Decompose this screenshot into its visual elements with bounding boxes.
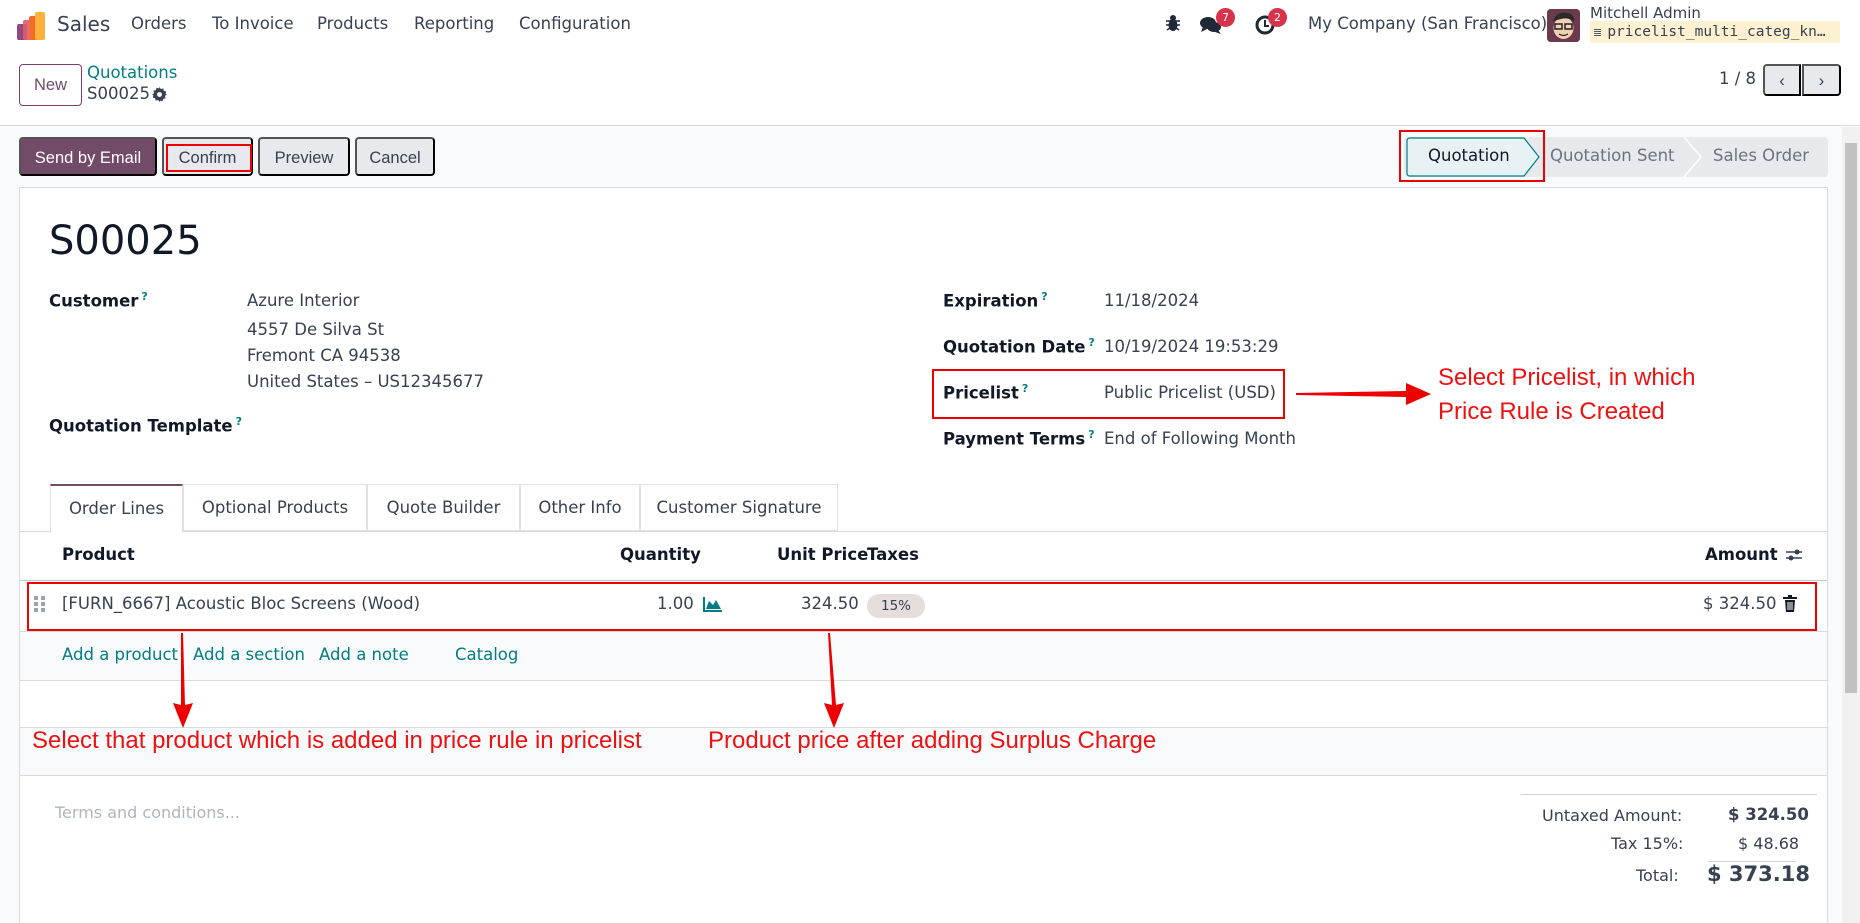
- total-label: Total:: [1636, 866, 1679, 885]
- untaxed-amount-label: Untaxed Amount:: [1542, 806, 1683, 825]
- chevron-right-icon: ›: [1818, 72, 1825, 90]
- pricelist-arrow-icon: [1296, 383, 1431, 405]
- payment-terms-label: Payment Terms?: [943, 428, 1095, 449]
- menu-reporting[interactable]: Reporting: [414, 14, 494, 33]
- chevron-left-icon: ‹: [1779, 72, 1785, 90]
- price-arrow-icon: [824, 633, 844, 728]
- untaxed-amount-value: $ 324.50: [1728, 805, 1809, 824]
- quotation-date-label: Quotation Date?: [943, 336, 1095, 357]
- product-annotation: Select that product which is added in pr…: [32, 727, 642, 754]
- customer-name[interactable]: Azure Interior: [247, 291, 359, 310]
- quotation-date-field[interactable]: 10/19/2024 19:53:29: [1104, 337, 1278, 356]
- menu-products[interactable]: Products: [317, 14, 388, 33]
- tab-optional-products[interactable]: Optional Products: [183, 484, 367, 531]
- bug-icon[interactable]: [1165, 14, 1181, 36]
- expiration-field[interactable]: 11/18/2024: [1104, 291, 1199, 310]
- control-panel: New Quotations S00025 1 / 8 ‹ ›: [0, 52, 1860, 126]
- preview-button[interactable]: Preview: [258, 137, 350, 176]
- scrollbar-thumb[interactable]: [1845, 143, 1857, 693]
- send-by-email-button[interactable]: Send by Email: [19, 137, 157, 176]
- catalog-link[interactable]: Catalog: [455, 645, 518, 664]
- help-icon[interactable]: ?: [1088, 336, 1094, 349]
- status-stage-quotation-sent[interactable]: Quotation Sent: [1550, 146, 1675, 165]
- tax-value: $ 48.68: [1738, 834, 1800, 853]
- customer-address-line-3: United States – US12345677: [247, 372, 485, 391]
- new-button[interactable]: New: [19, 64, 82, 106]
- record-title: S00025: [49, 218, 202, 264]
- user-avatar[interactable]: [1547, 9, 1580, 42]
- optional-columns-icon[interactable]: [1785, 546, 1803, 568]
- app-name[interactable]: Sales: [57, 12, 110, 36]
- pager-previous-button[interactable]: ‹: [1763, 64, 1801, 96]
- tax-label: Tax 15%:: [1611, 834, 1684, 853]
- pricelist-highlight-box: [932, 369, 1285, 419]
- table-bottom-divider: [20, 775, 1827, 776]
- column-header-taxes[interactable]: Taxes: [867, 545, 919, 564]
- menu-to-invoice[interactable]: To Invoice: [212, 14, 294, 33]
- help-icon[interactable]: ?: [141, 290, 147, 303]
- column-header-product[interactable]: Product: [62, 545, 135, 564]
- gear-icon[interactable]: [152, 87, 167, 106]
- activities-badge: 2: [1268, 8, 1287, 27]
- column-header-amount[interactable]: Amount: [1705, 545, 1778, 564]
- help-icon[interactable]: ?: [1041, 290, 1047, 303]
- column-header-unit-price[interactable]: Unit Price: [777, 545, 868, 564]
- tabs-divider: [20, 531, 1827, 532]
- quotation-template-label: Quotation Template?: [49, 415, 243, 436]
- add-row-divider: [20, 680, 1827, 681]
- confirm-highlight-box: [166, 144, 252, 172]
- customer-address-line-2: Fremont CA 94538: [247, 346, 401, 365]
- breadcrumb-quotations[interactable]: Quotations: [87, 63, 177, 82]
- menu-orders[interactable]: Orders: [131, 14, 187, 33]
- tab-order-lines[interactable]: Order Lines: [50, 484, 183, 533]
- quotation-template-input[interactable]: [247, 410, 847, 438]
- add-section-link[interactable]: Add a section: [193, 645, 305, 664]
- tab-customer-signature[interactable]: Customer Signature: [640, 484, 838, 531]
- help-icon[interactable]: ?: [1088, 428, 1094, 441]
- order-line-highlight-box: [27, 582, 1817, 631]
- customer-label: Customer?: [49, 290, 148, 311]
- customer-address-line-1: 4557 De Silva St: [247, 320, 385, 339]
- tab-quote-builder[interactable]: Quote Builder: [367, 484, 520, 531]
- company-switcher[interactable]: My Company (San Francisco): [1308, 14, 1547, 33]
- cancel-button[interactable]: Cancel: [355, 137, 435, 176]
- status-stage-sales-order[interactable]: Sales Order: [1713, 146, 1809, 165]
- pager-next-button[interactable]: ›: [1802, 64, 1841, 96]
- column-header-quantity[interactable]: Quantity: [620, 545, 701, 564]
- database-icon: ≣: [1593, 26, 1603, 39]
- database-badge: ≣ pricelist_multi_categ_kn…: [1590, 21, 1840, 43]
- price-annotation: Product price after adding Surplus Charg…: [708, 727, 1157, 754]
- totals-divider: [1521, 794, 1817, 795]
- product-arrow-icon: [173, 633, 193, 728]
- add-note-link[interactable]: Add a note: [319, 645, 409, 664]
- messages-badge: 7: [1216, 8, 1235, 27]
- expiration-label: Expiration?: [943, 290, 1048, 311]
- pricelist-annotation-line-2: Price Rule is Created: [1438, 398, 1665, 425]
- quotation-stage-highlight-box: [1399, 130, 1545, 182]
- breadcrumb-current: S00025: [87, 84, 150, 103]
- user-name[interactable]: Mitchell Admin: [1590, 4, 1701, 22]
- tab-other-info[interactable]: Other Info: [520, 484, 640, 531]
- total-value: $ 373.18: [1707, 862, 1810, 886]
- payment-terms-field[interactable]: End of Following Month: [1104, 429, 1296, 448]
- sales-app-logo-icon[interactable]: [17, 12, 47, 40]
- database-name: pricelist_multi_categ_kn…: [1607, 24, 1826, 40]
- status-separator-icon: [1683, 137, 1702, 177]
- terms-and-conditions-input[interactable]: Terms and conditions...: [55, 803, 240, 822]
- menu-configuration[interactable]: Configuration: [519, 14, 631, 33]
- add-product-link[interactable]: Add a product: [62, 645, 178, 664]
- pager-value[interactable]: 1 / 8: [1719, 69, 1756, 88]
- top-navbar: Sales Orders To Invoice Products Reporti…: [0, 0, 1860, 52]
- pricelist-annotation-line-1: Select Pricelist, in which: [1438, 364, 1696, 391]
- help-icon[interactable]: ?: [236, 415, 242, 428]
